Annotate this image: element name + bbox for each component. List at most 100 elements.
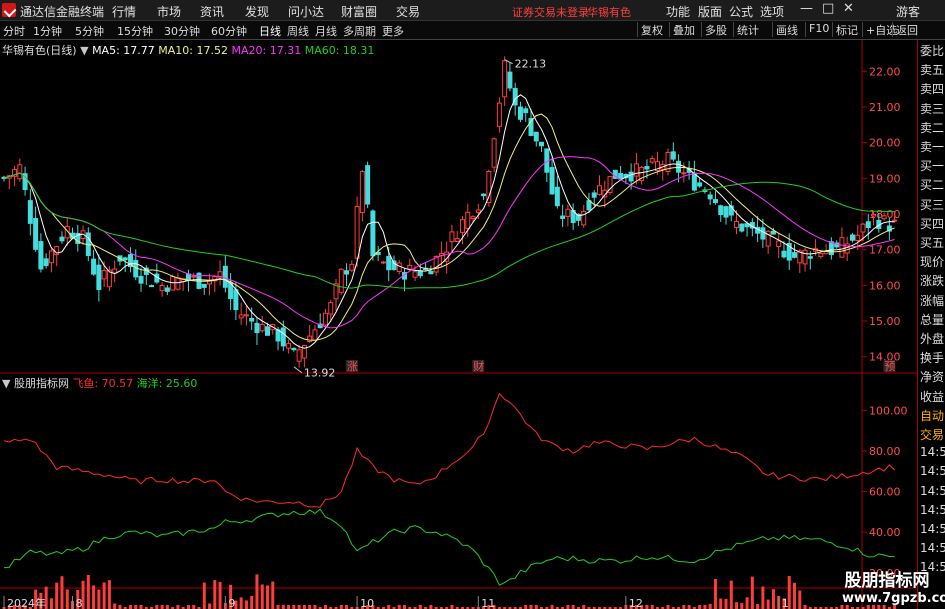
candle-body (560, 215, 566, 219)
side-panel-item[interactable]: 换手 (920, 349, 944, 366)
main-legend: 华锡有色(日线) ▼ MA5: 17.77 MA10: 17.52 MA20: … (2, 42, 374, 58)
feiyu-line (3, 392, 895, 508)
price-axis-label: 16.00 (869, 279, 901, 292)
volume-bar (345, 605, 349, 609)
menu-discover[interactable]: 发现 (245, 3, 269, 20)
period-tab-daily[interactable]: 日线 (259, 23, 281, 39)
date-label: 8 (76, 597, 83, 609)
side-panel-item[interactable]: 交易 (920, 426, 944, 443)
menu-market-quotes[interactable]: 行情 (112, 3, 136, 20)
minimize-icon[interactable]: — (800, 1, 813, 16)
candle-body (396, 262, 402, 272)
side-panel-item[interactable]: 收益 (920, 388, 944, 405)
period-tab-1min[interactable]: 1分钟 (33, 23, 62, 39)
period-tab-weekly[interactable]: 周线 (287, 23, 309, 39)
side-panel-item[interactable]: 买二 (920, 176, 944, 193)
volume-bar (65, 589, 69, 609)
volume-bar (118, 605, 122, 609)
period-tab-intraday[interactable]: 分时 (3, 23, 25, 39)
side-panel-item[interactable]: 卖二 (920, 119, 944, 136)
candle-body (380, 261, 386, 264)
statistics-button[interactable]: 统计 (733, 22, 759, 37)
side-panel-item[interactable]: 净资 (920, 368, 944, 385)
side-panel-item[interactable]: 卖四 (920, 80, 944, 97)
price-axis-label: 20.00 (869, 137, 901, 150)
volume-bar (55, 582, 59, 609)
period-tab-60min[interactable]: 60分钟 (211, 23, 247, 39)
legend-dropdown-icon[interactable]: ▼ (80, 44, 88, 57)
close-icon[interactable]: ✕ (843, 1, 854, 16)
candle-body (496, 102, 502, 127)
volume-bar (713, 578, 717, 609)
overlay-button[interactable]: 叠加 (669, 22, 695, 37)
side-panel-item[interactable]: 14:56 (920, 464, 945, 478)
back-button[interactable]: 返回 (892, 22, 918, 37)
side-panel-item[interactable]: 总量 (920, 311, 944, 328)
side-panel-item[interactable]: 买一 (920, 157, 944, 174)
side-panel-item[interactable]: 14:56 (920, 484, 945, 498)
candle-body (581, 210, 587, 226)
side-panel-item[interactable]: 14:56 (920, 503, 945, 517)
multi-stock-button[interactable]: 多股 (701, 22, 727, 37)
menu-options[interactable]: 选项 (760, 3, 784, 20)
draw-line-button[interactable]: 画线 (772, 22, 798, 37)
side-panel-item[interactable]: 卖五 (920, 61, 944, 78)
period-tab-monthly[interactable]: 月线 (315, 23, 337, 39)
kline-chart-area[interactable]: 14.0015.0016.0017.0018.0019.0020.0021.00… (0, 40, 917, 609)
side-panel-item[interactable]: 14:56 (920, 445, 945, 459)
candle-body (818, 252, 824, 257)
period-tab-15min[interactable]: 15分钟 (117, 23, 153, 39)
menu-ask[interactable]: 问小达 (288, 3, 324, 20)
menu-layout[interactable]: 版面 (698, 3, 722, 20)
side-panel-item[interactable]: 买五 (920, 234, 944, 251)
indicator-dropdown-icon[interactable]: ▼ (2, 377, 10, 390)
adjust-button[interactable]: 复权 (637, 22, 663, 37)
side-panel-item[interactable]: 外盘 (920, 330, 944, 347)
side-panel-item[interactable]: 买四 (920, 215, 944, 232)
side-panel-item[interactable]: 14:56 (920, 522, 945, 536)
menu-function[interactable]: 功能 (666, 3, 690, 20)
side-panel-item[interactable]: 14:56 (920, 541, 945, 555)
candle-body (855, 234, 861, 242)
side-panel-item[interactable]: 现价 (920, 253, 944, 270)
guest-user[interactable]: 游客 (896, 3, 920, 20)
period-tab-multi[interactable]: 多周期 (343, 23, 376, 39)
side-panel-item[interactable]: 自动 (920, 407, 944, 424)
period-tab-5min[interactable]: 5分钟 (75, 23, 104, 39)
haiyang-label: 海洋: 25.60 (136, 377, 198, 390)
f10-button[interactable]: F10 (805, 22, 829, 37)
candle-body (27, 200, 33, 224)
menu-trade[interactable]: 交易 (396, 3, 420, 20)
volume-bar (102, 582, 106, 609)
menu-news[interactable]: 资讯 (200, 3, 224, 20)
side-panel-item[interactable]: 卖一 (920, 138, 944, 155)
side-panel-item[interactable]: 委比 (920, 42, 944, 59)
candle-body (491, 138, 497, 168)
login-notice[interactable]: 证券交易未登录 (512, 4, 589, 20)
side-panel-item[interactable]: 买三 (920, 196, 944, 213)
menu-market[interactable]: 市场 (157, 3, 181, 20)
volume-bar (729, 580, 733, 609)
period-tab-more[interactable]: 更多 (382, 23, 404, 39)
menu-wealth-circle[interactable]: 财富圈 (341, 3, 377, 20)
maximize-icon[interactable]: □ (822, 1, 834, 16)
bookmark-button[interactable]: 标记 (832, 22, 858, 37)
candle-body (17, 164, 23, 180)
side-panel-item[interactable]: 涨跌 (920, 272, 944, 289)
candle-body (238, 314, 244, 319)
volume-bar (186, 605, 190, 609)
period-tab-30min[interactable]: 30分钟 (164, 23, 200, 39)
side-panel-item[interactable]: 涨幅 (920, 292, 944, 309)
volume-bar (740, 603, 744, 609)
candle-body (849, 234, 855, 241)
candle-body (454, 238, 460, 242)
candle-body (591, 192, 597, 198)
candle-body (802, 249, 808, 265)
event-marker-label: 预 (884, 360, 895, 373)
volume-bar (793, 582, 796, 609)
price-axis-label: 17.00 (869, 244, 901, 257)
menu-formula[interactable]: 公式 (729, 3, 753, 20)
candle-body (322, 312, 328, 326)
side-panel-item[interactable]: 卖三 (920, 100, 944, 117)
candle-body (828, 241, 834, 256)
